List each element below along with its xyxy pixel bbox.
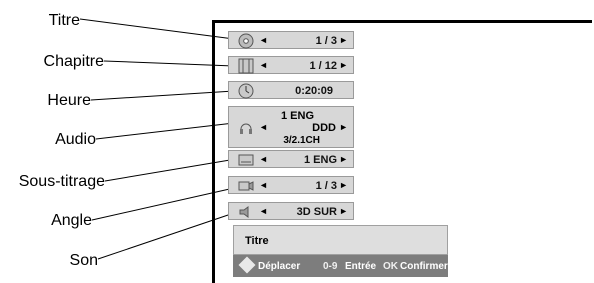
right-arrow-icon[interactable]: ► — [339, 122, 348, 132]
audio-language: 1 ENG — [280, 110, 314, 122]
audio-format: DDD — [312, 122, 336, 134]
osd-row-titre[interactable]: ◄ 1 / 3 ► — [228, 31, 354, 49]
right-arrow-icon[interactable]: ► — [339, 154, 348, 164]
left-arrow-icon[interactable]: ◄ — [259, 122, 268, 132]
film-icon — [237, 57, 255, 75]
osd-row-audio[interactable]: ◄ 1 ENG DDD 3/2.1CH ► — [228, 106, 354, 148]
sous-titrage-value: 1 ENG — [303, 154, 337, 166]
clock-icon — [237, 82, 255, 100]
left-arrow-icon[interactable]: ◄ — [259, 60, 268, 70]
navigation-diamond-icon — [238, 256, 256, 274]
subtitle-icon — [237, 151, 255, 169]
left-arrow-icon[interactable]: ◄ — [259, 154, 268, 164]
legend-enter-label: Entrée — [345, 261, 377, 272]
disc-icon — [237, 32, 255, 50]
right-arrow-icon[interactable]: ► — [339, 206, 348, 216]
heure-value: 0:20:09 — [295, 85, 333, 97]
osd-row-angle[interactable]: ◄ 1 / 3 ► — [228, 176, 354, 194]
selected-item-title-box: Titre — [233, 225, 448, 255]
osd-row-chapitre[interactable]: ◄ 1 / 12 ► — [228, 56, 354, 74]
osd-diagram: Titre Chapitre Heure Audio Sous-titrage … — [0, 0, 594, 283]
left-arrow-icon[interactable]: ◄ — [259, 35, 268, 45]
right-arrow-icon[interactable]: ► — [339, 35, 348, 45]
osd-row-son[interactable]: ◄ 3D SUR ► — [228, 202, 354, 220]
right-arrow-icon[interactable]: ► — [339, 60, 348, 70]
osd-row-heure[interactable]: 0:20:09 — [228, 81, 354, 99]
left-arrow-icon[interactable]: ◄ — [259, 180, 268, 190]
legend-move-label: Déplacer — [258, 261, 301, 272]
son-value: 3D SUR — [296, 206, 337, 218]
legend-ok-key: OK — [383, 261, 398, 272]
right-arrow-icon[interactable]: ► — [339, 180, 348, 190]
legend-digits-key: 0-9 — [323, 261, 338, 272]
speaker-icon — [237, 203, 255, 221]
osd-row-sous-titrage[interactable]: ◄ 1 ENG ► — [228, 150, 354, 168]
legend-confirm-label: Confirmer — [400, 261, 448, 272]
headphones-icon — [237, 119, 255, 137]
osd-legend-bar: Déplacer 0-9 Entrée OK Confirmer — [233, 255, 448, 277]
chapitre-value: 1 / 12 — [309, 60, 337, 72]
angle-value: 1 / 3 — [315, 180, 337, 192]
left-arrow-icon[interactable]: ◄ — [259, 206, 268, 216]
titre-value: 1 / 3 — [315, 35, 337, 47]
audio-channels: 3/2.1CH — [283, 135, 320, 146]
selected-item-label: Titre — [245, 235, 269, 247]
camera-icon — [237, 177, 255, 195]
